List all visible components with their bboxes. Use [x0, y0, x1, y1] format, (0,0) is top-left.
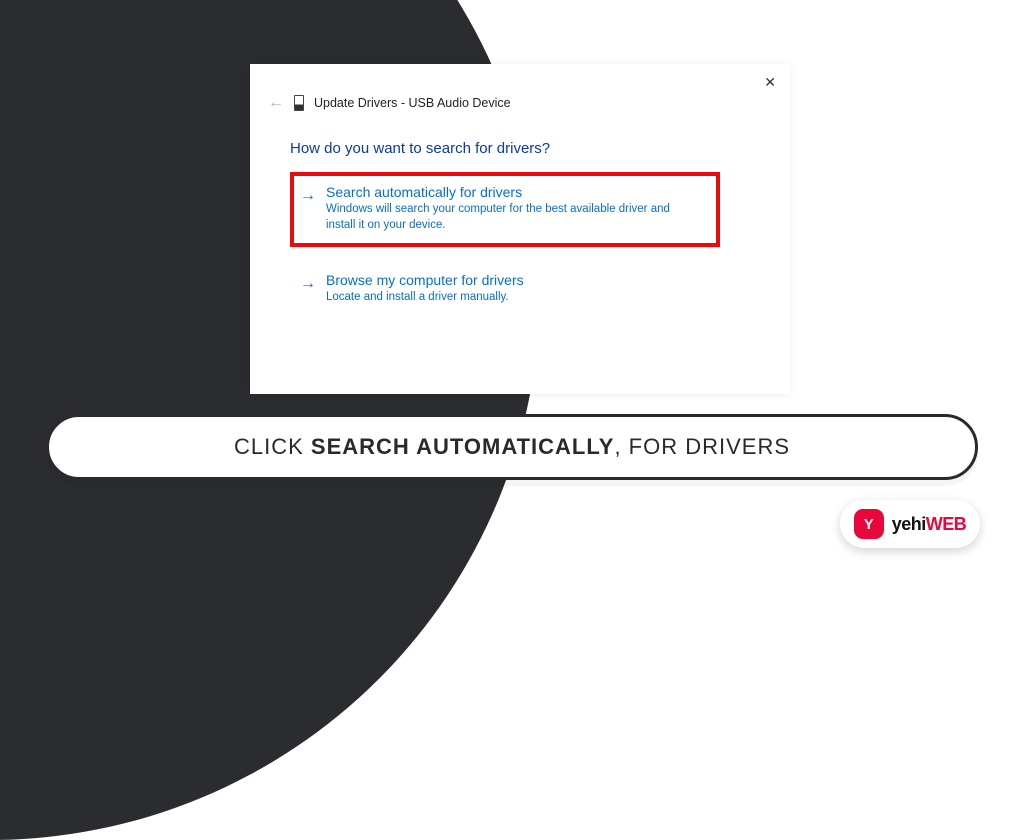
- arrow-right-icon: →: [300, 186, 316, 205]
- brand-icon-letter: Y: [864, 516, 874, 533]
- option-desc: Windows will search your computer for th…: [326, 202, 696, 233]
- back-arrow-icon[interactable]: ←: [268, 94, 284, 112]
- brand-name: yehiWEB: [892, 514, 967, 535]
- caption-pre: CLICK: [234, 434, 311, 459]
- update-drivers-dialog: ✕ ← Update Drivers - USB Audio Device Ho…: [250, 64, 790, 394]
- brand-logo-icon: Y: [854, 509, 884, 539]
- caption-post: , FOR DRIVERS: [614, 434, 790, 459]
- brand-badge: Y yehiWEB: [840, 500, 980, 548]
- device-icon: [294, 95, 304, 111]
- brand-name-b: WEB: [926, 514, 967, 534]
- close-icon[interactable]: ✕: [764, 74, 776, 91]
- option-browse-computer[interactable]: → Browse my computer for drivers Locate …: [290, 264, 720, 316]
- instruction-caption: CLICK SEARCH AUTOMATICALLY, FOR DRIVERS: [46, 414, 978, 480]
- option-title: Search automatically for drivers: [326, 184, 706, 200]
- option-search-automatically[interactable]: → Search automatically for drivers Windo…: [290, 172, 720, 247]
- caption-text: CLICK SEARCH AUTOMATICALLY, FOR DRIVERS: [234, 434, 790, 460]
- option-desc: Locate and install a driver manually.: [326, 290, 696, 306]
- caption-bold: SEARCH AUTOMATICALLY: [311, 434, 615, 459]
- dialog-header: ← Update Drivers - USB Audio Device: [268, 94, 511, 112]
- brand-name-a: yehi: [892, 514, 926, 534]
- dialog-question: How do you want to search for drivers?: [290, 140, 550, 157]
- option-title: Browse my computer for drivers: [326, 272, 710, 288]
- dialog-title: Update Drivers - USB Audio Device: [314, 96, 511, 110]
- arrow-right-icon: →: [300, 274, 316, 293]
